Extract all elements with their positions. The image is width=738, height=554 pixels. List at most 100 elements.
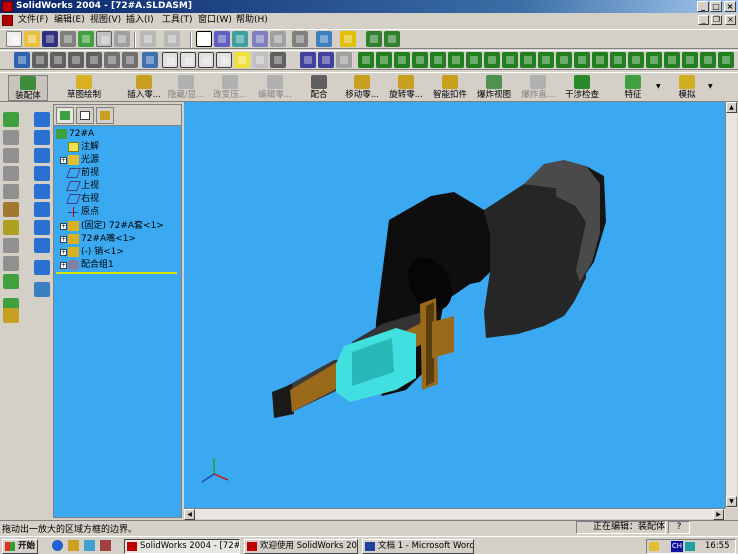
chamfer-icon[interactable]: [3, 202, 19, 217]
hidden-lines-visible-icon[interactable]: [180, 52, 196, 68]
cmd-move-component[interactable]: 移动零...: [342, 75, 382, 101]
feature-filter-11-icon[interactable]: [556, 52, 572, 68]
fillet-icon[interactable]: [3, 184, 19, 199]
rotate-view-icon[interactable]: [104, 52, 120, 68]
cmd-explode-line[interactable]: 爆炸直...: [518, 75, 558, 101]
tab-configuration-manager[interactable]: [96, 107, 114, 124]
cmd-rotate-component[interactable]: 旋转零...: [386, 75, 426, 101]
solidworks-app-icon[interactable]: [2, 1, 13, 12]
shell-icon[interactable]: [3, 220, 19, 235]
revolve-icon[interactable]: [3, 130, 19, 145]
undo-icon[interactable]: [140, 31, 156, 47]
cmd-smart-fasteners[interactable]: 智能扣件: [430, 75, 470, 101]
feature-filter-5-icon[interactable]: [448, 52, 464, 68]
shadows-icon[interactable]: [252, 52, 268, 68]
make-drawing-icon[interactable]: [78, 31, 94, 47]
task-solidworks-welcome[interactable]: 欢迎使用 SolidWorks 2004: [244, 539, 358, 554]
filter-icon[interactable]: [316, 31, 332, 47]
sketch-offset-icon[interactable]: [34, 238, 50, 253]
menu-window[interactable]: 窗口(W): [198, 15, 232, 26]
expand-component-sleeve-icon[interactable]: +: [60, 223, 67, 230]
vertical-scrollbar[interactable]: ▲ ▼: [725, 102, 737, 508]
scroll-left-button[interactable]: ◀: [184, 509, 195, 520]
smart-dimension-icon[interactable]: [34, 282, 50, 297]
close-window-button[interactable]: ×: [724, 1, 736, 12]
mdi-minimize-button[interactable]: _: [698, 15, 709, 25]
ie-quicklaunch-icon[interactable]: [52, 540, 63, 551]
feature-filter-17-icon[interactable]: [664, 52, 680, 68]
section-view-icon[interactable]: [270, 52, 286, 68]
cmd-exploded-view[interactable]: 爆炸视图: [474, 75, 514, 101]
measure-icon[interactable]: [292, 31, 308, 47]
rib-icon[interactable]: [3, 238, 19, 253]
new-file-icon[interactable]: [6, 31, 22, 47]
features-dropdown-icon[interactable]: ▼: [656, 83, 661, 90]
tree-item-right-plane[interactable]: 右视: [66, 193, 99, 206]
rollback-bar[interactable]: [56, 272, 177, 274]
pan-icon[interactable]: [122, 52, 138, 68]
zoom-in-out-icon[interactable]: [68, 52, 84, 68]
help-icon[interactable]: [340, 31, 356, 47]
zoom-to-selection-icon[interactable]: [86, 52, 102, 68]
expand-component-pin-icon[interactable]: +: [60, 249, 67, 256]
cmd-assembly[interactable]: 装配体: [8, 75, 48, 101]
plane-icon[interactable]: [300, 52, 316, 68]
tree-item-mates[interactable]: 配合组1: [68, 259, 114, 272]
minimize-window-button[interactable]: _: [697, 1, 709, 12]
sketch-circle-icon[interactable]: [34, 148, 50, 163]
select-arrow-icon[interactable]: [196, 31, 212, 47]
cmd-hide-show[interactable]: 隐藏/显...: [166, 75, 206, 101]
tab-feature-tree[interactable]: [56, 107, 74, 124]
zoom-to-fit-icon[interactable]: [32, 52, 48, 68]
scroll-up-button[interactable]: ▲: [726, 102, 737, 113]
tree-root[interactable]: 72#A: [56, 128, 94, 141]
tree-item-component-nozzle[interactable]: 72#A嘴<1>: [68, 233, 136, 246]
menu-help[interactable]: 帮助(H): [236, 15, 268, 26]
feature-filter-19-icon[interactable]: [700, 52, 716, 68]
cmd-change-suppression[interactable]: 改变压...: [210, 75, 250, 101]
shaded-with-edges-icon[interactable]: [216, 52, 232, 68]
feature-filter-3-icon[interactable]: [412, 52, 428, 68]
feature-filter-4-icon[interactable]: [430, 52, 446, 68]
mate-reference-icon[interactable]: [358, 52, 374, 68]
rebuild-icon[interactable]: [232, 31, 248, 47]
menu-tools[interactable]: 工具(T): [162, 15, 193, 26]
print-icon[interactable]: [96, 31, 112, 47]
cmd-sketch[interactable]: 草图绘制: [62, 75, 106, 101]
scroll-down-button[interactable]: ▼: [726, 496, 737, 507]
feature-filter-15-icon[interactable]: [628, 52, 644, 68]
tree-item-front-plane[interactable]: 前视: [66, 167, 99, 180]
scroll-right-button[interactable]: ▶: [713, 509, 724, 520]
feature-filter-6-icon[interactable]: [466, 52, 482, 68]
feature-filter-18-icon[interactable]: [682, 52, 698, 68]
media-quicklaunch-icon[interactable]: [100, 540, 111, 551]
zoom-to-area-icon[interactable]: [50, 52, 66, 68]
save-icon[interactable]: [42, 31, 58, 47]
cmd-insert-component[interactable]: 插入零...: [124, 75, 164, 101]
mdi-close-button[interactable]: ×: [725, 15, 736, 25]
axis-icon[interactable]: [318, 52, 334, 68]
open-folder-icon[interactable]: [24, 31, 40, 47]
task-microsoft-word[interactable]: 文档 1 - Microsoft Word: [362, 539, 474, 554]
menu-file[interactable]: 文件(F): [18, 15, 48, 26]
draft-icon[interactable]: [3, 256, 19, 271]
options-icon[interactable]: [270, 31, 286, 47]
feature-filter-2-icon[interactable]: [394, 52, 410, 68]
tree-item-annotations[interactable]: 注解: [68, 141, 99, 154]
tree-item-component-sleeve[interactable]: (固定) 72#A套<1>: [68, 220, 164, 233]
view-orientation-icon[interactable]: [14, 52, 30, 68]
print-preview-icon[interactable]: [114, 31, 130, 47]
tab-property-manager[interactable]: [76, 107, 94, 124]
outlook-quicklaunch-icon[interactable]: [68, 540, 79, 551]
wireframe-icon[interactable]: [162, 52, 178, 68]
horizontal-scrollbar[interactable]: ◀ ▶: [184, 508, 725, 520]
menu-insert[interactable]: 插入(I): [126, 15, 154, 26]
feature-filter-9-icon[interactable]: [520, 52, 536, 68]
maximize-window-button[interactable]: □: [710, 1, 722, 12]
temp-axis-icon[interactable]: [336, 52, 352, 68]
shaded-icon[interactable]: [234, 52, 250, 68]
sketch-line-icon[interactable]: [34, 112, 50, 127]
sketch-spline-icon[interactable]: [34, 184, 50, 199]
expand-lights-icon[interactable]: +: [60, 157, 67, 164]
feature-filter-16-icon[interactable]: [646, 52, 662, 68]
